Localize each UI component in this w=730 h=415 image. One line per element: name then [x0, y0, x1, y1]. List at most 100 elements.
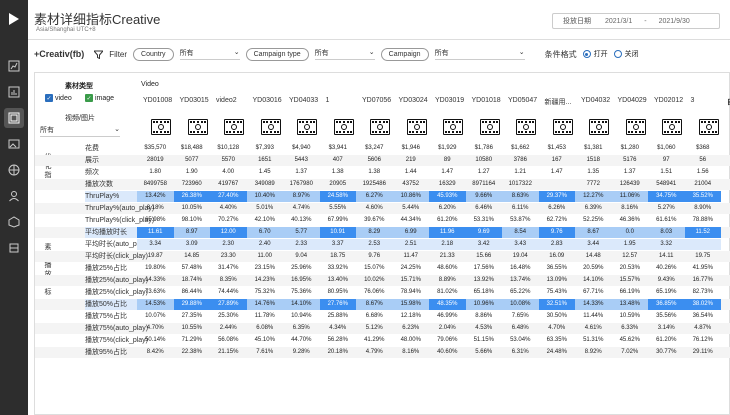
table-cell: 20.59% [583, 265, 604, 271]
country-select[interactable]: 所有 ⌄ [179, 48, 240, 60]
table-cell: 45.10% [254, 337, 275, 343]
table-cell: 38.02% [684, 299, 721, 310]
video-thumbnail-icon[interactable] [224, 119, 244, 135]
table-row: 播放25%(auto_play) 14.33% 18.74% 8.35% 14.23% 1… [35, 275, 730, 286]
video-thumbnail-icon[interactable] [370, 119, 390, 135]
table-cell: 63.35% [546, 337, 567, 343]
sidebar-item-box[interactable] [4, 212, 24, 232]
table-row: 播放95%占比 8.42% 22.38% 21.15% 7.61% 9.28% 20.18%… [35, 347, 730, 358]
bar-chart-icon [8, 86, 20, 98]
table-cell: 40.60% [437, 349, 458, 355]
table-cell: 44.70% [291, 337, 312, 343]
table-cell: 2.51 [392, 239, 429, 250]
date-end[interactable]: 2021/9/30 [653, 18, 696, 25]
table-cell: 1.35 [587, 169, 600, 175]
video-thumbnail-icon[interactable] [297, 119, 317, 135]
table-cell: 6.70 [246, 227, 283, 238]
column-header: YD05047 [508, 97, 538, 104]
video-thumbnail-icon[interactable] [662, 119, 682, 135]
column-header: 新疆用... [544, 99, 572, 106]
table-cell: 44.34% [400, 217, 421, 223]
country-pill[interactable]: Country [133, 47, 174, 61]
table-cell: 41.95% [692, 265, 713, 271]
campaign-pill[interactable]: Campaign [380, 47, 429, 61]
table-cell: 6.33% [621, 325, 639, 331]
table-cell: 8.67 [575, 227, 612, 238]
table-cell: 56.08% [218, 337, 239, 343]
format-close-radio[interactable]: 关闭 [613, 49, 639, 59]
video-thumbnail-icon[interactable] [625, 119, 646, 135]
preview-select[interactable]: 所有 ⌄ [40, 125, 120, 137]
date-range-picker[interactable]: 投放日期 2021/3/1 - 2021/9/30 [552, 13, 720, 29]
video-checkbox[interactable]: ✓ video [45, 94, 72, 102]
table-cell: 23.15% [254, 265, 275, 271]
table-cell: 34.75% [648, 191, 685, 202]
campaign-type-select[interactable]: 所有 ⌄ [314, 48, 375, 60]
video-thumbnail-icon[interactable] [698, 119, 719, 135]
video-thumbnail-icon[interactable] [187, 119, 208, 135]
table-cell: 8.35% [219, 277, 237, 283]
campaign-type-pill[interactable]: Campaign type [245, 47, 309, 61]
video-thumbnail-icon[interactable] [479, 119, 500, 135]
table-cell: 27.40% [210, 191, 247, 202]
table-cell: 2.18 [429, 239, 466, 250]
table-cell: $1,280 [620, 145, 639, 151]
table-cell: 1017322 [508, 181, 532, 187]
table-cell: 25.96% [291, 265, 312, 271]
table-cell: 35.52% [684, 191, 721, 202]
video-thumbnail-icon[interactable] [589, 119, 609, 135]
table-cell: 7.02% [621, 349, 639, 355]
table-cell: 61.20% [437, 217, 458, 223]
video-thumbnail-icon[interactable] [516, 119, 536, 135]
table-cell: 46.99% [437, 313, 458, 319]
table-cell: 8971164 [472, 181, 496, 187]
campaign-select[interactable]: 所有 ⌄ [434, 48, 525, 60]
format-open-radio[interactable]: 打开 [582, 49, 608, 59]
column-header: 3 [690, 97, 695, 104]
column-header: YD03024 [398, 97, 428, 104]
table-cell [684, 239, 721, 250]
table-cell: 75.36% [291, 289, 312, 295]
table-cell: 16.09 [549, 253, 565, 259]
table-cell: 9.28% [292, 349, 310, 355]
video-thumbnail-icon[interactable] [151, 119, 171, 135]
table-row: ThruPlay%(auto_play) 8.18% 10.05% 4.40% 5.01… [35, 203, 730, 214]
video-thumbnail-icon[interactable] [552, 119, 573, 135]
table-cell: 3.34 [137, 239, 174, 250]
table-cell: 15.57% [619, 277, 640, 283]
column-header: YD01018 [471, 97, 501, 104]
sidebar-item-tag[interactable] [4, 238, 24, 258]
video-thumbnail-icon[interactable] [406, 119, 427, 135]
video-thumbnail-icon[interactable] [260, 119, 281, 135]
table-cell: 74.44% [218, 289, 239, 295]
table-cell: 11.96 [429, 227, 466, 238]
sidebar-item-table[interactable] [4, 108, 24, 128]
sidebar-item-image[interactable] [4, 134, 24, 154]
table-row: 播放75%占比 10.07% 27.35% 25.30% 11.78% 10.94% 25.… [35, 311, 730, 322]
table-cell: 12.57 [622, 253, 638, 259]
table-cell: 9.69 [465, 227, 502, 238]
video-thumbnail-icon[interactable] [443, 119, 463, 135]
table-cell: 3.44 [575, 239, 612, 250]
image-checkbox[interactable]: ✓ image [85, 94, 114, 102]
table-cell: 10.96% [465, 299, 502, 310]
table-cell: 4.70% [146, 325, 164, 331]
table-cell: 1767980 [289, 181, 313, 187]
sidebar-item-globe[interactable] [4, 160, 24, 180]
table-cell: 8.97 [173, 227, 210, 238]
table-cell: 80.95% [327, 289, 348, 295]
table-cell: 51.15% [473, 337, 494, 343]
sidebar-item-chart2[interactable] [4, 82, 24, 102]
sidebar-item-chart[interactable] [4, 56, 24, 76]
date-start[interactable]: 2021/3/1 [599, 18, 638, 25]
table-cell: 1.45 [258, 169, 271, 175]
table-cell: 71.29% [181, 337, 202, 343]
play-logo-icon[interactable] [7, 12, 21, 26]
table-cell: 2.04% [438, 325, 456, 331]
table-cell: 45.93% [429, 191, 466, 202]
table-cell: 1.90 [185, 169, 198, 175]
table-cell: 78.94% [400, 289, 421, 295]
table-cell: 27.76% [319, 299, 356, 310]
video-thumbnail-icon[interactable] [333, 119, 354, 135]
sidebar-item-user[interactable] [4, 186, 24, 206]
